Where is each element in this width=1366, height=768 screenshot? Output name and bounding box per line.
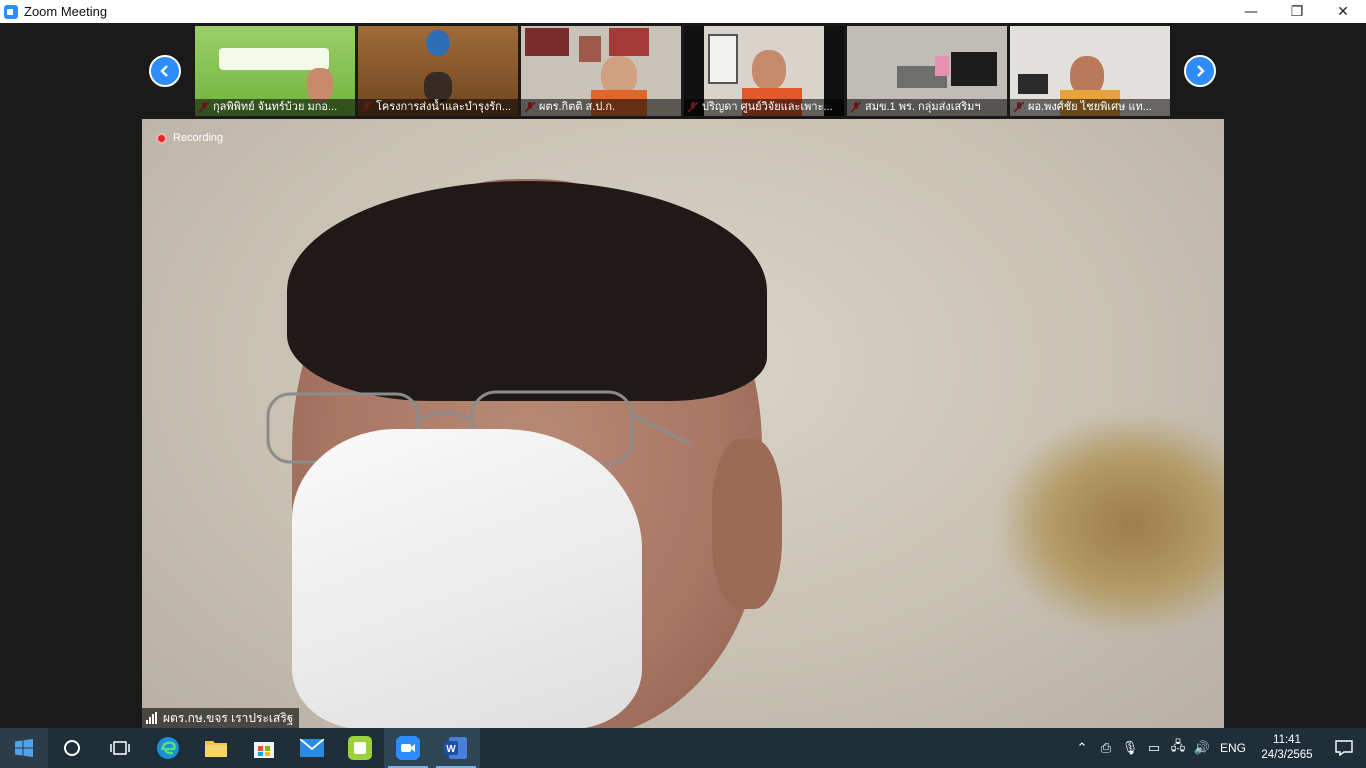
recording-dot-icon: [156, 132, 167, 144]
participant-name: กุลพิพิทย์ จันทร์บ้วย มกอ...: [195, 99, 355, 116]
speaker-name: ผตร.กษ.ขจร เราประเสริฐ: [163, 711, 294, 725]
meet-now-icon[interactable]: ⎙: [1094, 741, 1118, 756]
participant-gallery-strip: กุลพิพิทย์ จันทร์บ้วย มกอ... โครงการส่งน…: [0, 23, 1366, 119]
participant-thumbnail[interactable]: โครงการส่งน้ำและบำรุงรัก...: [358, 26, 518, 116]
file-explorer-button[interactable]: [192, 728, 240, 768]
gallery-prev-button[interactable]: [149, 55, 181, 87]
mail-button[interactable]: [288, 728, 336, 768]
microphone-icon[interactable]: 🎙: [1118, 741, 1142, 756]
store-icon: [254, 742, 274, 758]
chevron-up-icon[interactable]: ⌃: [1070, 741, 1094, 756]
zoom-app-button[interactable]: [384, 728, 432, 768]
file-explorer-icon: [205, 741, 227, 757]
active-speaker-video: Recording ผตร.กษ.ขจร เราประเสริฐ: [142, 119, 1224, 728]
participant-thumbnail[interactable]: ปริญดา ศูนย์วิจัยและเพาะ...: [684, 26, 844, 116]
zoom-app-icon: [4, 4, 18, 19]
participant-name: ปริญดา ศูนย์วิจัยและเพาะ...: [684, 99, 844, 116]
recording-label: Recording: [173, 132, 224, 144]
chevron-right-icon: [1197, 65, 1205, 77]
task-view-icon: [110, 741, 130, 755]
edge-icon: [157, 737, 179, 759]
mail-icon: [300, 739, 324, 757]
zoom-icon: [396, 736, 420, 760]
svg-text:W: W: [446, 744, 456, 755]
speaker-name-tag: ผตร.กษ.ขจร เราประเสริฐ: [142, 708, 300, 728]
search-circle-icon: [64, 740, 80, 756]
notification-icon: [1335, 740, 1353, 756]
start-button[interactable]: [0, 728, 48, 768]
participant-name: โครงการส่งน้ำและบำรุงรัก...: [358, 99, 518, 116]
windows-start-icon: [15, 739, 33, 757]
battery-icon[interactable]: ▭: [1142, 741, 1166, 756]
window-title: Zoom Meeting: [24, 4, 108, 19]
participant-thumbnail[interactable]: ผอ.พงศ์ชัย ไชยพิเศษ แท...: [1010, 26, 1170, 116]
word-icon: W: [444, 737, 467, 759]
store-button[interactable]: [240, 728, 288, 768]
speaker-hair: [287, 181, 767, 401]
participant-thumbnail[interactable]: กุลพิพิทย์ จันทร์บ้วย มกอ...: [195, 26, 355, 116]
chevron-left-icon: [160, 65, 168, 77]
close-button[interactable]: ✕: [1320, 0, 1366, 23]
minimize-button[interactable]: —: [1228, 0, 1274, 23]
signal-bars-icon: [146, 712, 157, 724]
windows-taskbar: W ⌃ ⎙ 🎙 ▭ 🖧 🔊 ENG 11:41 24/3/2565: [0, 728, 1366, 768]
speaker-ear: [712, 439, 782, 609]
clock[interactable]: 11:41 24/3/2565: [1252, 733, 1322, 763]
search-button[interactable]: [48, 728, 96, 768]
volume-icon[interactable]: 🔊: [1190, 741, 1214, 756]
line-app-button[interactable]: [336, 728, 384, 768]
gallery-next-button[interactable]: [1184, 55, 1216, 87]
participant-name: ผอ.พงศ์ชัย ไชยพิเศษ แท...: [1010, 99, 1170, 116]
participant-thumbnail[interactable]: ผตร.กิตติ ส.ป.ก.: [521, 26, 681, 116]
participant-name: ผตร.กิตติ ส.ป.ก.: [521, 99, 681, 116]
recording-indicator: Recording: [156, 132, 223, 144]
title-bar: Zoom Meeting — ❐ ✕: [0, 0, 1366, 23]
participant-name: สมข.1 พร. กลุ่มส่งเสริมฯ: [847, 99, 1007, 116]
task-view-button[interactable]: [96, 728, 144, 768]
input-language[interactable]: ENG: [1214, 741, 1252, 755]
line-icon: [348, 736, 372, 760]
window-controls: — ❐ ✕: [1228, 0, 1366, 23]
clock-date: 24/3/2565: [1261, 749, 1313, 761]
word-app-button[interactable]: W: [432, 728, 480, 768]
edge-button[interactable]: [144, 728, 192, 768]
system-tray: ⌃ ⎙ 🎙 ▭ 🖧 🔊 ENG 11:41 24/3/2565: [1070, 728, 1366, 768]
background-frame: [1002, 419, 1224, 629]
participant-thumbnail[interactable]: สมข.1 พร. กลุ่มส่งเสริมฯ: [847, 26, 1007, 116]
network-icon[interactable]: 🖧: [1166, 737, 1190, 759]
notification-button[interactable]: [1322, 740, 1366, 756]
clock-time: 11:41: [1273, 734, 1301, 746]
restore-button[interactable]: ❐: [1274, 0, 1320, 23]
face-mask: [292, 429, 642, 728]
